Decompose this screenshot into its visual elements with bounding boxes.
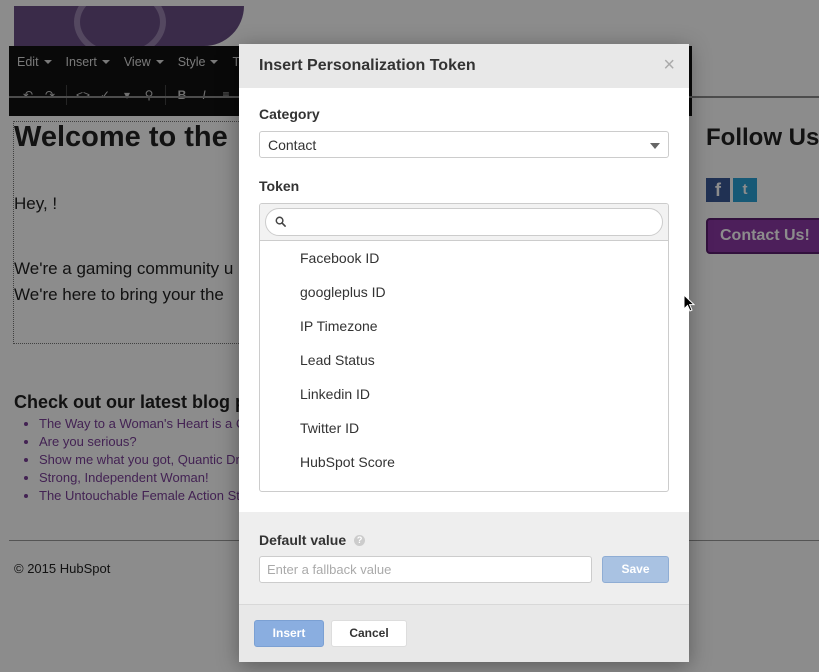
insert-button[interactable]: Insert — [254, 620, 324, 647]
close-icon[interactable]: × — [663, 55, 675, 75]
modal-header: Insert Personalization Token × — [239, 44, 689, 88]
token-option[interactable]: Linkedin ID — [260, 377, 668, 411]
token-search-field — [265, 208, 663, 236]
default-value-label: Default value ? — [259, 532, 366, 548]
mouse-cursor-icon — [683, 294, 695, 312]
category-selected-value: Contact — [268, 137, 317, 153]
token-option[interactable]: HubSpot Score — [260, 445, 668, 479]
help-icon[interactable]: ? — [354, 534, 366, 546]
fallback-value-input[interactable] — [259, 556, 592, 583]
category-select[interactable]: Contact — [259, 131, 669, 158]
save-button[interactable]: Save — [602, 556, 669, 583]
token-list: Facebook ID googleplus ID IP Timezone Le… — [260, 241, 668, 491]
category-label: Category — [259, 106, 320, 122]
search-icon — [275, 216, 286, 227]
token-option[interactable]: Lead Status — [260, 343, 668, 377]
token-picker: Facebook ID googleplus ID IP Timezone Le… — [259, 203, 669, 492]
modal-footer: Insert Cancel — [239, 604, 689, 662]
modal-title: Insert Personalization Token — [259, 57, 476, 74]
chevron-down-icon — [650, 143, 660, 149]
token-option[interactable]: Facebook ID — [260, 241, 668, 275]
token-option[interactable]: Twitter ID — [260, 411, 668, 445]
token-option[interactable]: IP Timezone — [260, 309, 668, 343]
cancel-button[interactable]: Cancel — [331, 620, 407, 647]
token-option[interactable]: googleplus ID — [260, 275, 668, 309]
token-search-input[interactable] — [266, 209, 662, 235]
default-value-section: Default value ? Save — [239, 512, 689, 604]
default-value-label-text: Default value — [259, 532, 347, 548]
token-label: Token — [259, 178, 300, 194]
insert-token-modal: Insert Personalization Token × Category … — [239, 44, 689, 662]
token-search-bar — [260, 204, 668, 241]
token-option[interactable]: IP City... — [260, 479, 668, 491]
